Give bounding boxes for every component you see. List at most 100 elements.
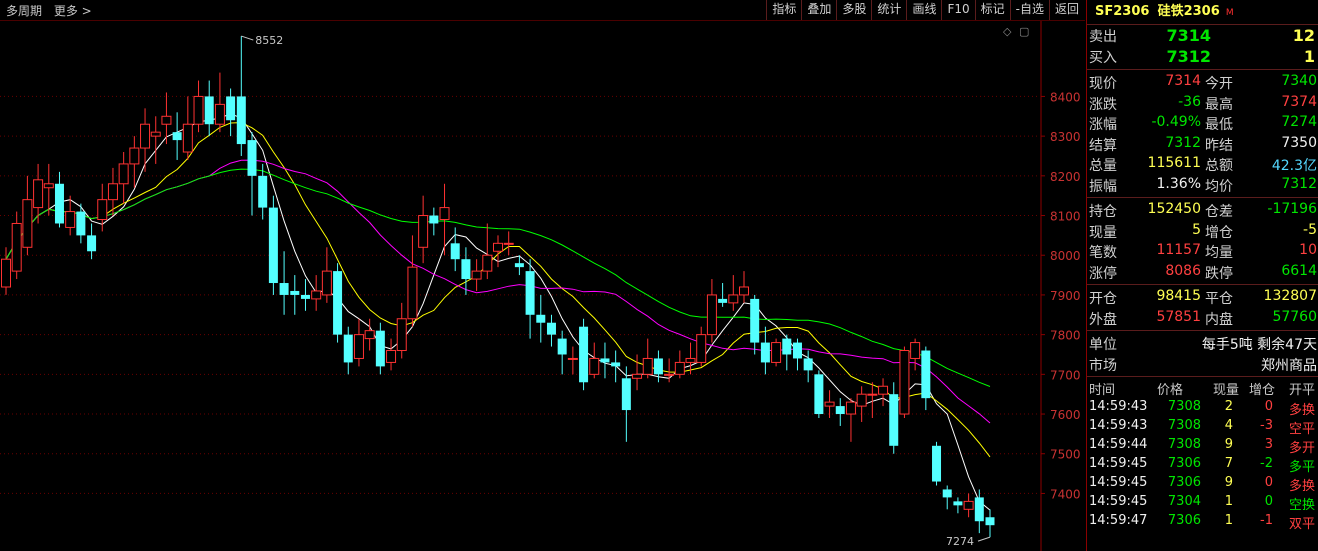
- tick-time: 14:59:44: [1089, 437, 1148, 452]
- toolbar-f10-button[interactable]: F10: [941, 0, 974, 20]
- candle-body-up: [11, 222, 22, 272]
- candle-body-up: [567, 357, 578, 360]
- position-row: 现量 5 增仓 -5: [1087, 221, 1318, 242]
- ask-volume: 12: [1292, 26, 1315, 45]
- candle-body-down: [792, 342, 802, 359]
- window-icon: ▢: [1019, 25, 1029, 38]
- tick-trade-type: 空换: [1288, 498, 1315, 513]
- bid-price: 7312: [1166, 47, 1211, 66]
- position-value-2: 6614: [1281, 262, 1317, 279]
- y-tick-label: 8000: [1050, 249, 1081, 263]
- quote-row: 振幅 1.36% 均价 7312: [1087, 175, 1318, 196]
- candle-body-up: [824, 401, 835, 407]
- quote-label-1: 涨跌: [1089, 96, 1117, 113]
- toolbar-draw-line-button[interactable]: 画线: [906, 0, 941, 20]
- quote-panel: SF2306 硅铁2306 M 卖出 7314 12 买入 7312 1 现价 7…: [1086, 0, 1318, 551]
- candle-body-up: [214, 103, 225, 125]
- tick-row[interactable]: 14:59:43 7308 4 -3 空平: [1087, 417, 1318, 437]
- quote-row: 现价 7314 今开 7340: [1087, 72, 1318, 93]
- candle-body-down: [579, 326, 589, 383]
- candle-body-down: [514, 263, 524, 268]
- tick-volume: 1: [1224, 494, 1233, 509]
- toolbar-indicator-button[interactable]: 指标: [766, 0, 801, 20]
- tick-trade-type: 多平: [1288, 460, 1315, 475]
- candle-body-down: [760, 342, 770, 363]
- candle-body-down: [557, 338, 567, 355]
- ticks-header: 时间 价格 现量 增仓 开平: [1087, 379, 1318, 398]
- chart-canvas[interactable]: 8400 8300 8200 8100 8000 7900 7800 7700 7600 7500…: [0, 21, 1085, 551]
- tick-price: 7304: [1167, 494, 1201, 509]
- tick-row[interactable]: 14:59:47 7306 1 -1 双平: [1087, 512, 1318, 532]
- candle-body-down: [921, 350, 931, 399]
- flow-row: 外盘 57851 内盘 57760: [1087, 308, 1318, 329]
- candle-body-up: [353, 334, 364, 359]
- candle-body-down: [375, 330, 385, 367]
- tick-oi-change: -1: [1260, 513, 1273, 528]
- high-marker-label: 8552: [255, 34, 283, 47]
- bid-row[interactable]: 买入 7312 1: [1087, 46, 1318, 67]
- order-book: 卖出 7314 12 买入 7312 1: [1087, 25, 1318, 67]
- candle-body-down: [204, 96, 214, 125]
- ask-row[interactable]: 卖出 7314 12: [1087, 25, 1318, 46]
- tick-row[interactable]: 14:59:43 7308 2 0 多换: [1087, 398, 1318, 418]
- quote-value-2: 7374: [1281, 93, 1317, 110]
- candle-body-up: [321, 270, 332, 296]
- position-label-2: 跌停: [1205, 265, 1233, 282]
- tick-row[interactable]: 14:59:44 7308 9 3 多开: [1087, 436, 1318, 456]
- candle-body-up: [482, 254, 493, 272]
- toolbar-overlay-button[interactable]: 叠加: [801, 0, 836, 20]
- tick-price: 7306: [1167, 513, 1201, 528]
- position-label-1: 持仓: [1089, 204, 1117, 220]
- quote-value-1: 115611: [1147, 155, 1201, 171]
- toolbar-multi-stock-button[interactable]: 多股: [836, 0, 871, 20]
- tick-oi-change: 0: [1264, 399, 1273, 414]
- position-value-1: 5: [1192, 221, 1201, 238]
- divider: [1087, 330, 1318, 331]
- quote-label-2: 今开: [1205, 76, 1233, 92]
- candle-body-up: [193, 95, 204, 125]
- candle-body-down: [621, 378, 631, 411]
- flow-stats: 开仓 98415 平仓 132807 外盘 57851 内盘 57760: [1087, 287, 1318, 328]
- candle-body-up: [33, 179, 44, 209]
- tick-trade-type: 空平: [1288, 422, 1315, 437]
- low-marker-label: 7274: [946, 535, 974, 548]
- candle-body-up: [685, 357, 696, 363]
- position-label-1: 涨停: [1089, 265, 1117, 282]
- candle-body-up: [664, 373, 675, 376]
- toolbar-back-button[interactable]: 返回: [1048, 0, 1084, 20]
- candle-body-up: [161, 115, 172, 125]
- quote-label-2: 最低: [1205, 117, 1233, 133]
- y-tick-label: 7600: [1050, 408, 1081, 422]
- candle-body-down: [76, 211, 86, 236]
- more-menu-button[interactable]: 更多 >: [54, 4, 92, 18]
- multi-period-button[interactable]: 多周期: [6, 4, 42, 18]
- ticks-list[interactable]: 14:59:43 7308 2 0 多换 14:59:43 7308 4 -3 空平 14:59:4…: [1087, 398, 1318, 532]
- tick-row[interactable]: 14:59:45 7306 7 -2 多平: [1087, 455, 1318, 475]
- quote-value-2: 7274: [1281, 114, 1317, 130]
- main-contract-flag: M: [1225, 8, 1234, 18]
- candle-body-down: [932, 445, 942, 482]
- candle-body-up: [674, 361, 685, 375]
- candle-body-down: [546, 322, 556, 335]
- flow-value-2: 57760: [1272, 308, 1317, 325]
- tick-oi-change: 0: [1264, 475, 1273, 490]
- toolbar-statistics-button[interactable]: 统计: [871, 0, 906, 20]
- candle-body-up: [407, 266, 418, 320]
- flow-label-2: 内盘: [1205, 311, 1233, 328]
- quote-label-2: 均价: [1205, 178, 1233, 195]
- divider: [1087, 69, 1318, 70]
- candle-body-up: [418, 215, 429, 248]
- candlestick-chart[interactable]: 8400 8300 8200 8100 8000 7900 7800 7700 7600 7500…: [0, 21, 1085, 551]
- tick-row[interactable]: 14:59:45 7304 1 0 空换: [1087, 493, 1318, 513]
- position-value-2: -17196: [1267, 201, 1317, 217]
- candle-body-down: [953, 501, 963, 506]
- tick-row[interactable]: 14:59:45 7306 9 0 多换: [1087, 474, 1318, 494]
- quote-label-1: 结算: [1089, 137, 1117, 154]
- ask-price: 7314: [1166, 26, 1211, 45]
- tick-trade-type: 多开: [1288, 441, 1315, 456]
- tick-price: 7308: [1167, 437, 1201, 452]
- y-tick-label: 8400: [1050, 90, 1081, 104]
- candle-body-up: [503, 242, 514, 245]
- toolbar-mark-button[interactable]: 标记: [974, 0, 1010, 20]
- toolbar-watchlist-button[interactable]: -自选: [1009, 0, 1049, 20]
